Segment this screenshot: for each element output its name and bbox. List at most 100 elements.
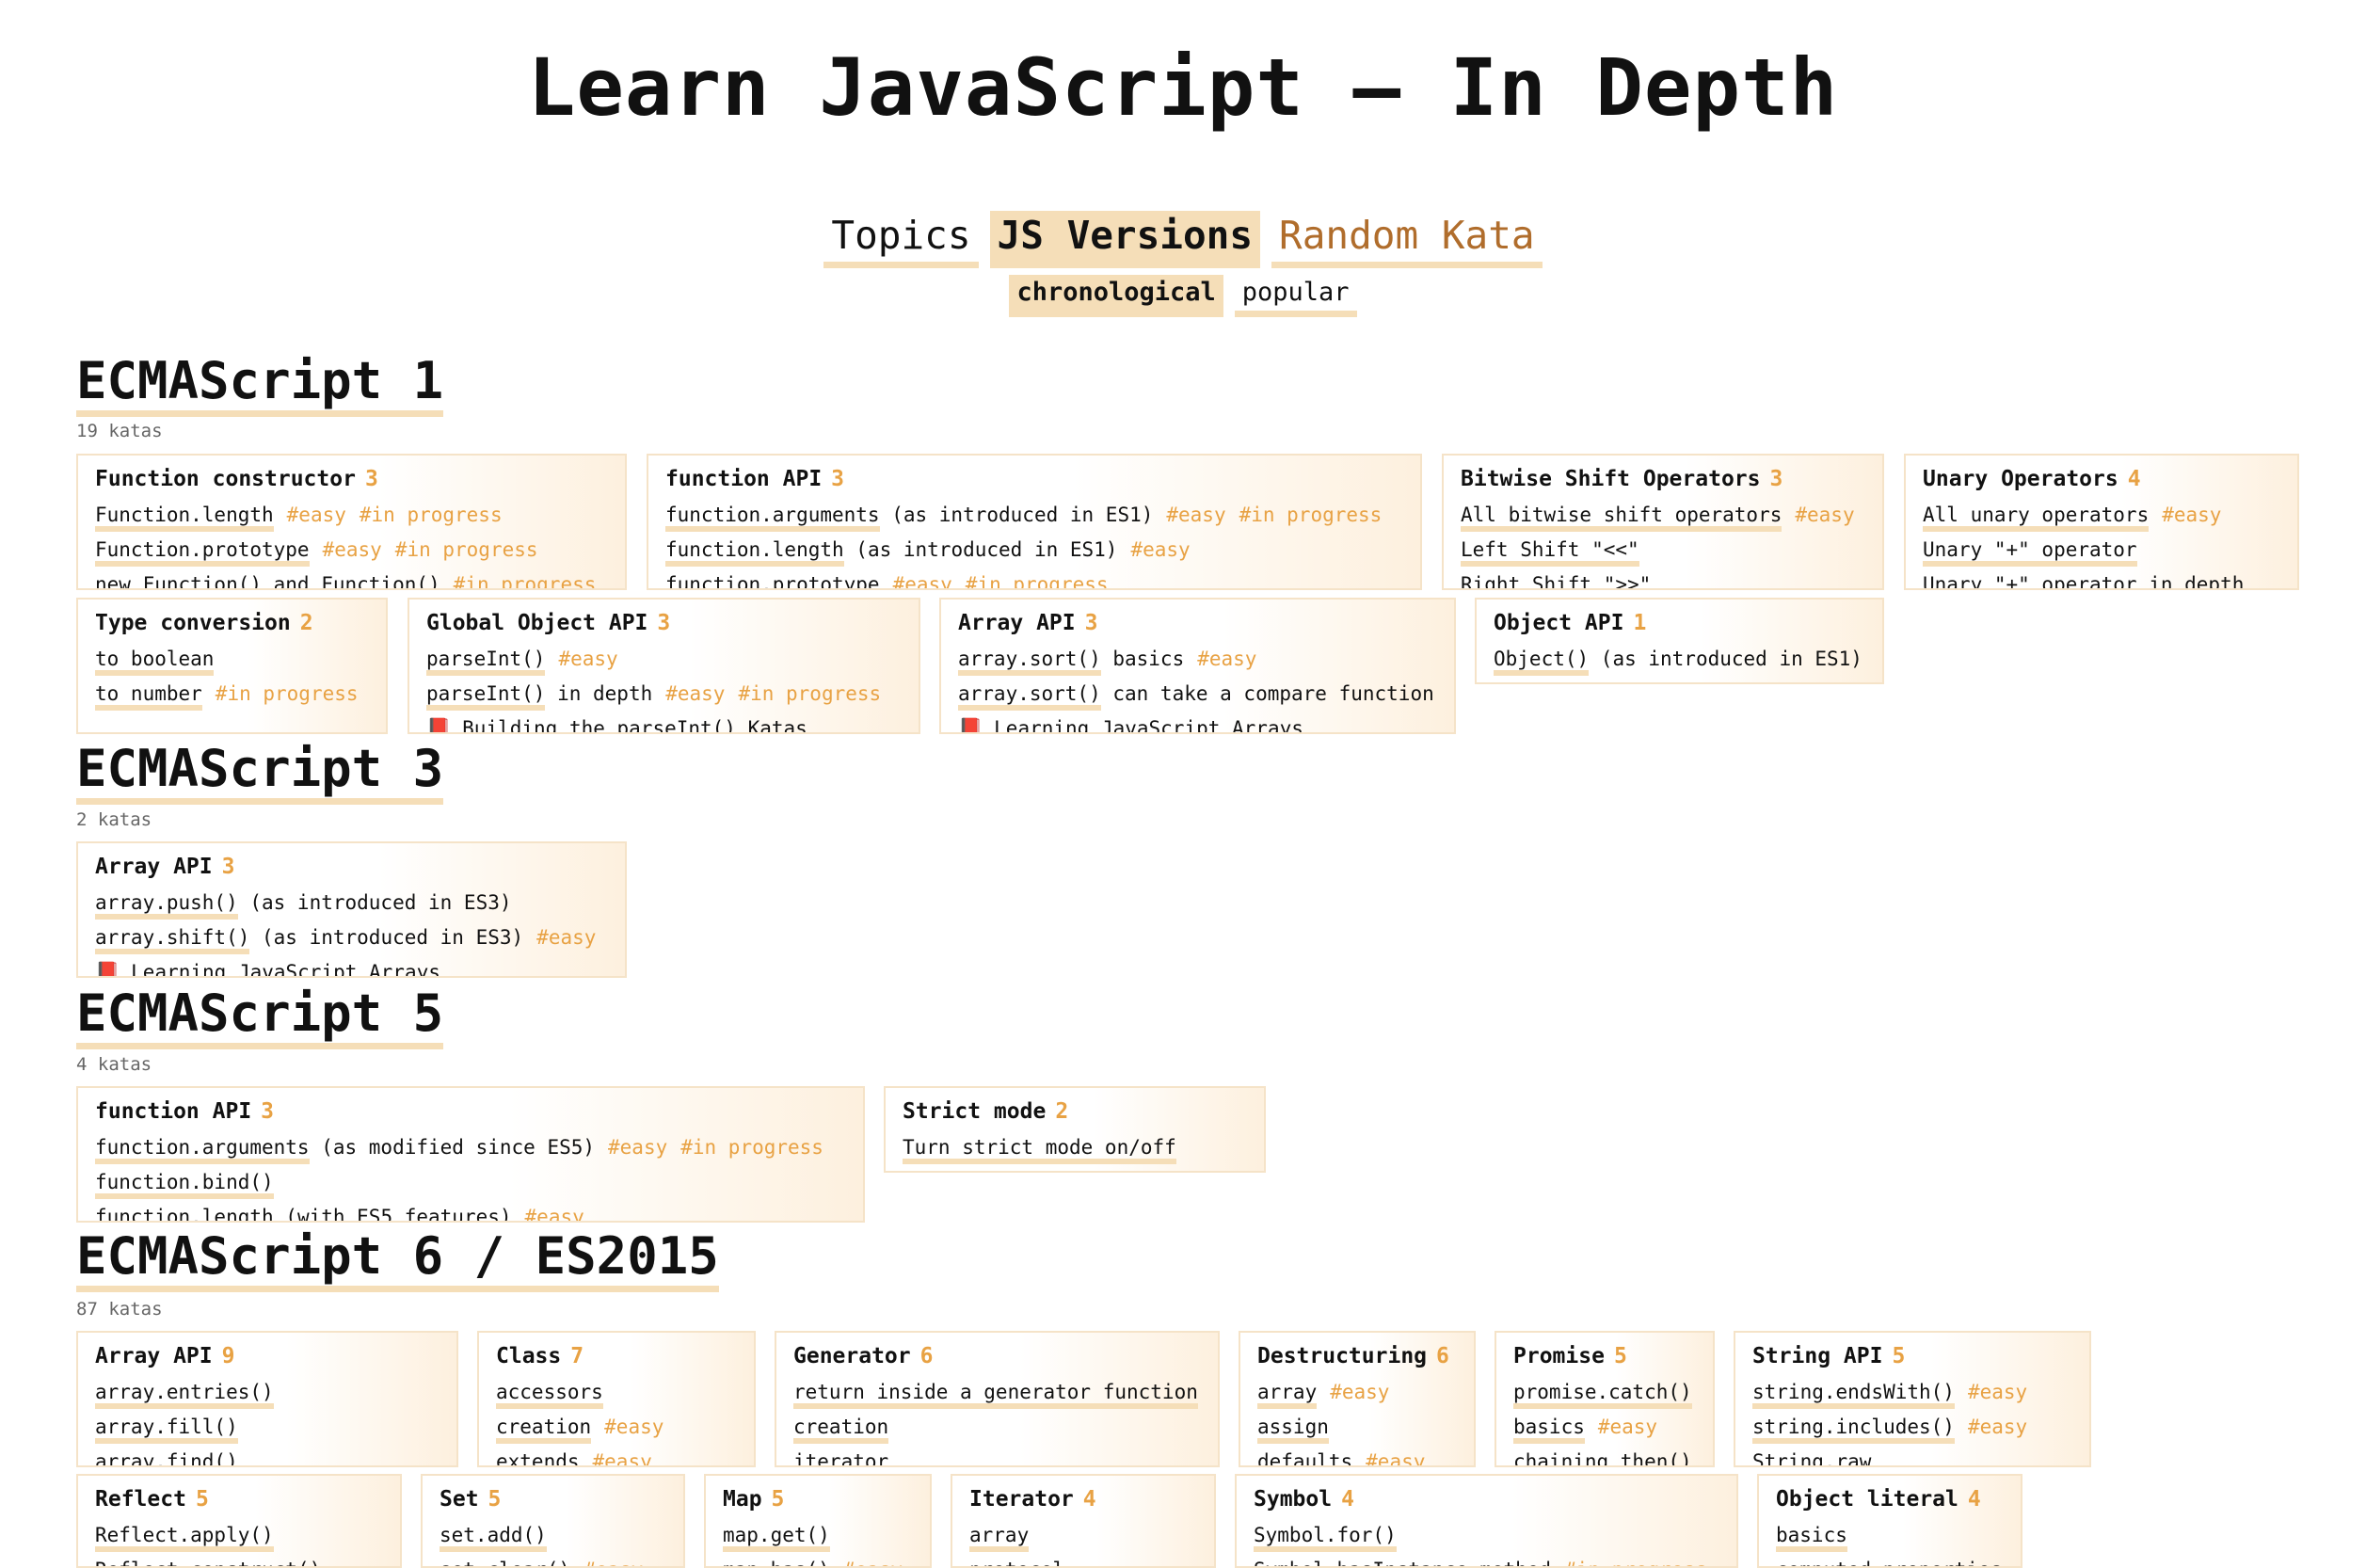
nav-js-versions[interactable]: JS Versions [989,211,1261,268]
kata-link[interactable]: map.has() [723,1559,830,1566]
kata-name[interactable]: Unary "+" operator [1923,538,2137,567]
kata-link[interactable]: iterator [793,1450,889,1465]
kata-link[interactable]: array [969,1524,1030,1552]
tag-in-progress[interactable]: #in progress [395,538,538,561]
tag-easy[interactable]: #easy [1330,1381,1389,1403]
kata-link[interactable]: map.get() [723,1524,830,1552]
kata-name[interactable]: Learning JavaScript Arrays [994,717,1303,732]
kata-link[interactable]: promise.catch() [1513,1381,1692,1409]
topic-title[interactable]: String API 5 [1752,1344,2072,1368]
kata-name[interactable]: assign [1257,1416,1329,1444]
topic-title-label[interactable]: function API [665,467,822,491]
tag-easy[interactable]: #easy [1795,504,1854,526]
topic-title-label[interactable]: Destructuring [1257,1344,1427,1368]
tag-easy[interactable]: #easy [525,1206,584,1222]
kata-name[interactable]: function.length [95,1206,274,1221]
kata-link[interactable]: basics [1776,1524,1847,1552]
kata-name[interactable]: new Function() and Function() [95,573,440,588]
kata-name[interactable]: map.has() [723,1559,830,1566]
tag-easy[interactable]: #easy [1130,538,1190,561]
topic-title[interactable]: Bitwise Shift Operators 3 [1461,467,1865,491]
book-link[interactable]: 📕 Learning JavaScript Arrays [95,961,440,976]
kata-name[interactable]: array.entries() [95,1381,274,1409]
kata-name[interactable]: string.endsWith() [1752,1381,1955,1409]
kata-name[interactable]: Symbol.hasInstance [1254,1559,1468,1566]
topic-title-label[interactable]: Bitwise Shift Operators [1461,467,1761,491]
tag-easy[interactable]: #easy [323,538,382,561]
book-link[interactable]: 📕 How to Control Strict Mode [903,1171,1248,1173]
kata-link[interactable]: array.sort() can take a compare function [958,682,1434,711]
kata-link[interactable]: Reflect.apply() [95,1524,274,1552]
sort-chronological[interactable]: chronological [1009,275,1223,317]
kata-link[interactable]: assign [1257,1416,1329,1444]
kata-name[interactable]: Building the parseInt() Katas [462,717,807,732]
tag-easy[interactable]: #easy [1598,1416,1657,1438]
kata-link[interactable]: accessors [496,1381,603,1409]
tag-easy[interactable]: #easy [1968,1416,2027,1438]
tag-easy[interactable]: #easy [1166,504,1225,526]
kata-link[interactable]: Unary "+" operator in depth [1923,573,2245,588]
tag-in-progress[interactable]: #in progress [454,573,597,589]
kata-name[interactable]: accessors [496,1381,603,1409]
topic-title[interactable]: Array API 9 [95,1344,440,1368]
kata-link[interactable]: function.length (with ES5 features) [95,1206,512,1221]
kata-link[interactable]: defaults [1257,1450,1353,1465]
kata-link[interactable]: chaining then() [1513,1450,1692,1465]
topic-title-label[interactable]: Array API [95,1344,213,1368]
topic-title-label[interactable]: Strict mode [903,1099,1046,1124]
topic-title[interactable]: Unary Operators 4 [1923,467,2280,491]
book-link[interactable]: 📕 Learning JavaScript Arrays [958,717,1303,732]
kata-link[interactable]: array.find() [95,1450,238,1465]
topic-title[interactable]: Reflect 5 [95,1487,383,1512]
kata-name[interactable]: to number [95,682,202,711]
kata-link[interactable]: Left Shift "<<" [1461,538,1639,567]
kata-name[interactable]: array.sort() [958,648,1101,676]
topic-title[interactable]: Set 5 [440,1487,666,1512]
kata-link[interactable]: String.raw [1752,1450,1872,1465]
sort-popular[interactable]: popular [1234,275,1357,317]
topic-title[interactable]: function API 3 [665,467,1403,491]
kata-name[interactable]: defaults [1257,1450,1353,1465]
kata-link[interactable]: array.shift() (as introduced in ES3) [95,926,523,954]
kata-link[interactable]: basics [1513,1416,1585,1444]
topic-title-label[interactable]: Class [496,1344,561,1368]
kata-name[interactable]: array [1257,1381,1318,1409]
kata-link[interactable]: function.length (as introduced in ES1) [665,538,1117,567]
tag-in-progress[interactable]: #in progress [1564,1559,1707,1567]
kata-link[interactable]: Right Shift ">>" [1461,573,1652,588]
topic-title-label[interactable]: Global Object API [426,611,647,635]
tag-easy[interactable]: #easy [1968,1381,2027,1403]
kata-link[interactable]: All unary operators [1923,504,2150,532]
kata-link[interactable]: new Function() and Function() [95,573,440,588]
kata-link[interactable]: array.entries() [95,1381,274,1409]
kata-name[interactable]: set.add() [440,1524,547,1552]
kata-name[interactable]: protocol [969,1559,1065,1566]
topic-title-label[interactable]: Type conversion [95,611,291,635]
tag-easy[interactable]: #easy [287,504,346,526]
topic-title[interactable]: Type conversion 2 [95,611,369,635]
kata-name[interactable]: All unary operators [1923,504,2150,532]
kata-name[interactable]: Object() [1494,648,1590,676]
topic-title-label[interactable]: Map [723,1487,762,1512]
tag-in-progress[interactable]: #in progress [216,682,359,705]
topic-title-label[interactable]: Set [440,1487,479,1512]
nav-random-kata[interactable]: Random Kata [1271,211,1543,268]
kata-name[interactable]: Reflect.construct() [95,1559,322,1566]
topic-title-label[interactable]: Iterator [969,1487,1074,1512]
topic-title-label[interactable]: Promise [1513,1344,1605,1368]
kata-link[interactable]: to boolean [95,648,215,676]
kata-link[interactable]: Object() (as introduced in ES1) [1494,648,1862,676]
kata-link[interactable]: array.sort() basics [958,648,1184,676]
kata-link[interactable]: string.endsWith() [1752,1381,1955,1409]
tag-easy[interactable]: #easy [1366,1450,1425,1466]
tag-in-progress[interactable]: #in progress [966,573,1109,589]
topic-title-label[interactable]: function API [95,1099,251,1124]
kata-name[interactable]: array.push() [95,891,238,920]
topic-title[interactable]: Function constructor 3 [95,467,608,491]
tag-easy[interactable]: #easy [608,1136,667,1159]
kata-name[interactable]: basics [1776,1524,1847,1552]
kata-name[interactable]: Unary "+" operator in depth [1923,573,2245,588]
kata-link[interactable]: Symbol.hasInstance method [1254,1559,1551,1566]
kata-name[interactable]: Left Shift "<<" [1461,538,1639,567]
kata-link[interactable]: creation [793,1416,889,1444]
